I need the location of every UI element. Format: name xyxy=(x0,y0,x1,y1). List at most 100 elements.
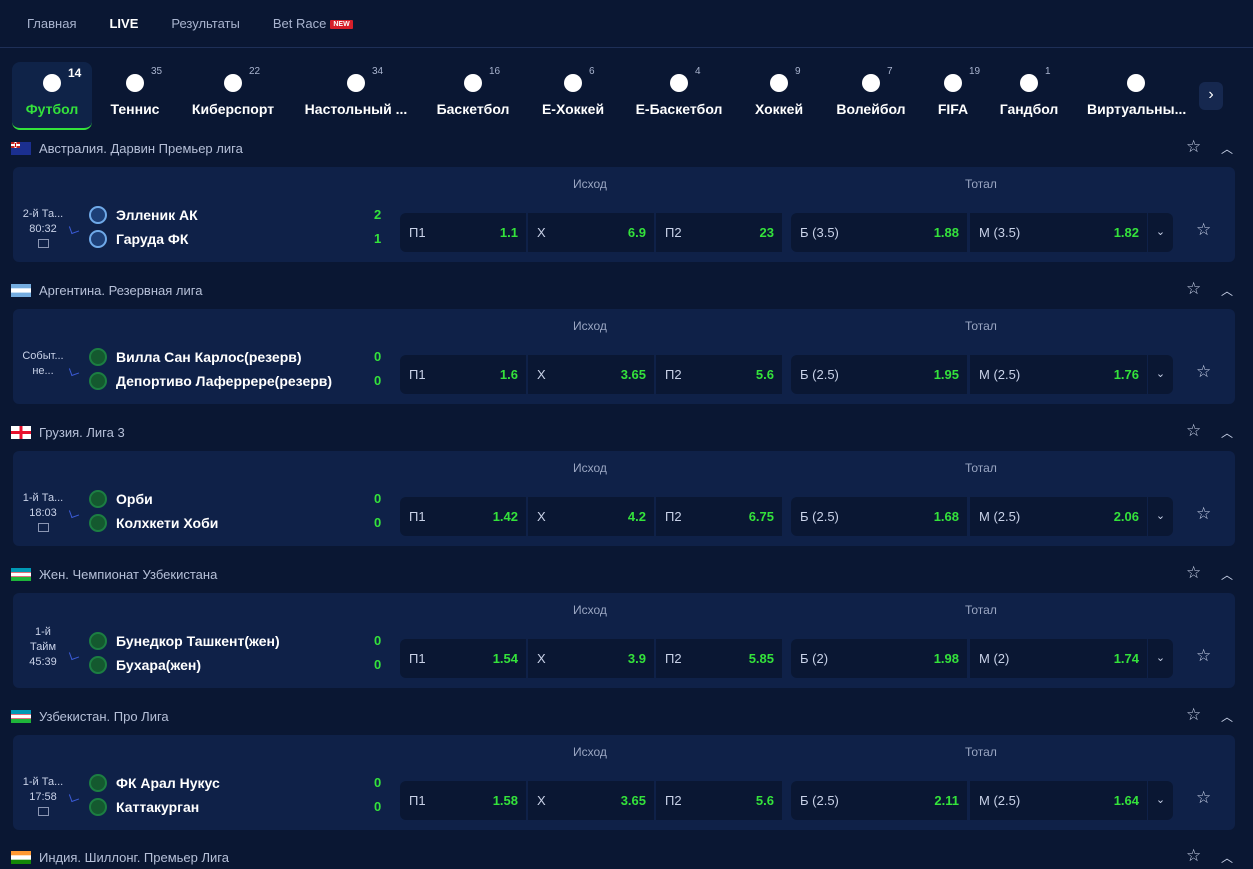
tab-basketball[interactable]: 16 Баскетбол xyxy=(433,62,513,130)
favorite-match-star-icon[interactable]: ☆ xyxy=(1196,362,1211,382)
more-markets-chevron-icon[interactable]: ⌄ xyxy=(1148,781,1173,820)
odds-button[interactable]: Б (3.5) 1.88 xyxy=(791,213,967,252)
odds-button[interactable]: П2 5.6 xyxy=(656,781,782,820)
odds-button[interactable]: X 3.65 xyxy=(528,781,654,820)
collapse-chevron-icon[interactable]: ︿ xyxy=(1221,566,1233,583)
team-row[interactable]: Орби xyxy=(89,489,369,511)
team-row[interactable]: Бунедкор Ташкент(жен) xyxy=(89,631,369,653)
league-name[interactable]: Австралия. Дарвин Премьер лига xyxy=(39,141,243,156)
australia-flag-icon xyxy=(11,142,31,155)
match-card[interactable]: Исход Тотал 1-й Тайм 45:39 Бунедкор Ташкент(ж… xyxy=(13,593,1235,688)
league-name[interactable]: Аргентина. Резервная лига xyxy=(39,283,202,298)
team-score: 0 xyxy=(374,775,382,790)
odds-button[interactable]: X 6.9 xyxy=(528,213,654,252)
favorite-match-star-icon[interactable]: ☆ xyxy=(1196,504,1211,524)
tab-virtual-sports[interactable]: Виртуальны... xyxy=(1087,62,1186,130)
india-flag-icon xyxy=(11,851,31,864)
collapse-chevron-icon[interactable]: ︿ xyxy=(1221,849,1233,866)
league-name[interactable]: Грузия. Лига 3 xyxy=(39,425,125,440)
odds-button[interactable]: П2 6.75 xyxy=(656,497,782,536)
odds-value: 2.11 xyxy=(934,793,959,808)
odds-button[interactable]: П1 1.58 xyxy=(400,781,526,820)
favorite-match-star-icon[interactable]: ☆ xyxy=(1196,220,1211,240)
favorite-league-star-icon[interactable]: ☆ xyxy=(1186,279,1201,299)
odds-button[interactable]: X 4.2 xyxy=(528,497,654,536)
tab-gamepad[interactable]: 22 Киберспорт xyxy=(190,62,276,130)
team-row[interactable]: Гаруда ФК xyxy=(89,229,369,251)
sport-label: Волейбол xyxy=(836,101,906,117)
team-row[interactable]: ФК Арал Нукус xyxy=(89,773,369,795)
collapse-chevron-icon[interactable]: ︿ xyxy=(1221,140,1233,157)
more-markets-chevron-icon[interactable]: ⌄ xyxy=(1148,639,1173,678)
collapse-chevron-icon[interactable]: ︿ xyxy=(1221,424,1233,441)
tab-e-hockey[interactable]: 6 E-Хоккей xyxy=(537,62,609,130)
team-row[interactable]: Колхкети Хоби xyxy=(89,513,369,535)
favorite-league-star-icon[interactable]: ☆ xyxy=(1186,563,1201,583)
tab-fifa[interactable]: 19 FIFA xyxy=(930,62,980,130)
match-card[interactable]: Исход Тотал Событ... не... Вилла Сан Карлос(… xyxy=(13,309,1235,404)
tab-hockey-puck[interactable]: 9 Хоккей xyxy=(750,62,808,130)
sport-label: Киберспорт xyxy=(191,101,275,117)
team-row[interactable]: Бухара(жен) xyxy=(89,655,369,677)
odds-button[interactable]: П1 1.6 xyxy=(400,355,526,394)
odds-button[interactable]: Б (2) 1.98 xyxy=(791,639,967,678)
team-row[interactable]: Элленик АК xyxy=(89,205,369,227)
statistics-icon[interactable] xyxy=(37,807,49,816)
odds-button[interactable]: Б (2.5) 1.68 xyxy=(791,497,967,536)
collapse-chevron-icon[interactable]: ︿ xyxy=(1221,708,1233,725)
nav-link-2[interactable]: Результаты xyxy=(171,16,239,31)
odds-button[interactable]: П1 1.54 xyxy=(400,639,526,678)
tab-volleyball[interactable]: 7 Волейбол xyxy=(833,62,909,130)
odds-label: X xyxy=(537,651,546,666)
odds-label: П2 xyxy=(665,509,682,524)
team-score: 0 xyxy=(374,657,382,672)
odds-button[interactable]: М (3.5) 1.82 xyxy=(970,213,1147,252)
match-time-line: 80:32 xyxy=(29,223,57,235)
more-markets-chevron-icon[interactable]: ⌄ xyxy=(1148,355,1173,394)
tab-soccer-ball[interactable]: 14 Футбол xyxy=(12,62,92,130)
odds-button[interactable]: М (2) 1.74 xyxy=(970,639,1147,678)
odds-button[interactable]: М (2.5) 1.76 xyxy=(970,355,1147,394)
odds-button[interactable]: П2 5.6 xyxy=(656,355,782,394)
tab-table-tennis[interactable]: 34 Настольный ... xyxy=(303,62,409,130)
odds-button[interactable]: М (2.5) 2.06 xyxy=(970,497,1147,536)
odds-button[interactable]: П2 5.85 xyxy=(656,639,782,678)
favorite-league-star-icon[interactable]: ☆ xyxy=(1186,705,1201,725)
scroll-right-button[interactable]: › xyxy=(1199,82,1223,110)
tab-tennis-ball[interactable]: 35 Теннис xyxy=(106,62,164,130)
odds-button[interactable]: Б (2.5) 2.11 xyxy=(791,781,967,820)
team-row[interactable]: Вилла Сан Карлос(резерв) xyxy=(89,347,369,369)
odds-button[interactable]: М (2.5) 1.64 xyxy=(970,781,1147,820)
favorite-league-star-icon[interactable]: ☆ xyxy=(1186,421,1201,441)
favorite-league-star-icon[interactable]: ☆ xyxy=(1186,846,1201,866)
odds-button[interactable]: Б (2.5) 1.95 xyxy=(791,355,967,394)
league-name[interactable]: Узбекистан. Про Лига xyxy=(39,709,169,724)
tab-e-basketball[interactable]: 4 E-Баскетбол xyxy=(632,62,726,130)
favorite-match-star-icon[interactable]: ☆ xyxy=(1196,788,1211,808)
league-name[interactable]: Жен. Чемпионат Узбекистана xyxy=(39,567,217,582)
odds-button[interactable]: П1 1.42 xyxy=(400,497,526,536)
team-row[interactable]: Депортиво Лаферрере(резерв) xyxy=(89,371,369,393)
nav-link-1[interactable]: LIVE xyxy=(109,16,138,31)
more-markets-chevron-icon[interactable]: ⌄ xyxy=(1148,497,1173,536)
odds-button[interactable]: X 3.65 xyxy=(528,355,654,394)
favorite-match-star-icon[interactable]: ☆ xyxy=(1196,646,1211,666)
odds-button[interactable]: П2 23 xyxy=(656,213,782,252)
nav-link-0[interactable]: Главная xyxy=(27,16,76,31)
collapse-chevron-icon[interactable]: ︿ xyxy=(1221,282,1233,299)
statistics-icon[interactable] xyxy=(37,523,49,532)
statistics-icon[interactable] xyxy=(37,239,49,248)
match-card[interactable]: Исход Тотал 1-й Та... 17:58 ФК Арал Нукус 0 Ка… xyxy=(13,735,1235,830)
odds-button[interactable]: X 3.9 xyxy=(528,639,654,678)
match-card[interactable]: Исход Тотал 2-й Та... 80:32 Элленик АК 2 Гаруд… xyxy=(13,167,1235,262)
tab-handball[interactable]: 1 Гандбол xyxy=(995,62,1063,130)
nav-link-3[interactable]: Bet Race NEW xyxy=(273,16,353,31)
league-name[interactable]: Индия. Шиллонг. Премьер Лига xyxy=(39,850,229,865)
more-markets-chevron-icon[interactable]: ⌄ xyxy=(1148,213,1173,252)
odds-button[interactable]: П1 1.1 xyxy=(400,213,526,252)
odds-label: П2 xyxy=(665,225,682,240)
match-card[interactable]: Исход Тотал 1-й Та... 18:03 Орби 0 Колхкети Хо… xyxy=(13,451,1235,546)
odds-label: П1 xyxy=(409,509,426,524)
favorite-league-star-icon[interactable]: ☆ xyxy=(1186,137,1201,157)
team-row[interactable]: Каттакурган xyxy=(89,797,369,819)
